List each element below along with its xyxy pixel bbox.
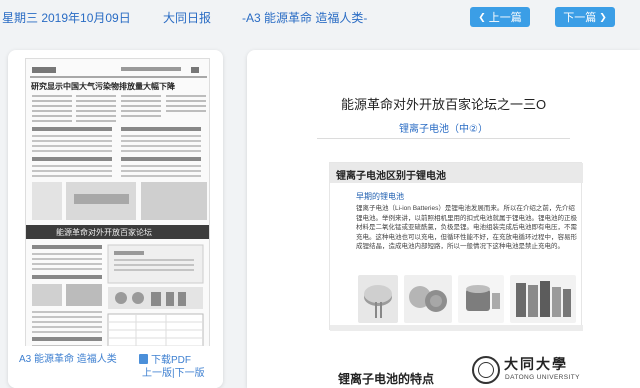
prev-article-button[interactable]: ❮ 上一篇	[470, 7, 530, 27]
prev-page-link[interactable]: 上一版	[142, 368, 172, 379]
logo-name-cn: 大同大學	[504, 357, 568, 373]
newspaper-page-image: 研究显示中国大气污染物排放量大幅下降 能源革命对外开放百家论坛	[26, 67, 209, 355]
article-slide-image: 锂离子电池区别于锂电池 早期的锂电池 锂离子电池（Li-ion Batterie…	[329, 162, 583, 331]
thumb-headline: 研究显示中国大气污染物排放量大幅下降	[31, 81, 176, 91]
chevron-right-icon: ❯	[599, 11, 607, 22]
article-subtitle: 锂离子电池（中②）	[399, 124, 488, 135]
article-card: 能源革命对外开放百家论坛之一三O 锂离子电池（中②） 锂离子电池区别于锂电池 早…	[247, 50, 640, 388]
page-thumbnail[interactable]: 研究显示中国大气污染物排放量大幅下降 能源革命对外开放百家论坛	[25, 58, 210, 388]
slide-header-bar: 锂离子电池区别于锂电池	[330, 163, 583, 183]
page-thumbnail-card: 研究显示中国大气污染物排放量大幅下降 能源革命对外开放百家论坛 A3 能源革命 …	[8, 50, 223, 388]
slide-body-text: 锂离子电池（Li-ion Batteries）是锂电池发展而来。所以在介绍之前，…	[356, 205, 577, 251]
pdf-icon	[139, 353, 148, 364]
page-pager: 上一版|下一版	[142, 364, 205, 379]
coin-battery-photo	[358, 275, 398, 323]
prev-article-label: 上一篇	[488, 12, 522, 24]
next-article-label: 下一篇	[563, 12, 597, 24]
thumb-banner: 能源革命对外开放百家论坛	[56, 227, 152, 237]
thumbnail-footer: A3 能源革命 造福人类 下载PDF 上一版|下一版	[8, 346, 223, 388]
slide-heading: 锂离子电池区别于锂电池	[336, 171, 446, 182]
cylinder-battery-photo	[458, 275, 504, 323]
section-title: -A3 能源革命 造福人类-	[242, 11, 368, 25]
next-page-link[interactable]: 下一版	[175, 368, 205, 379]
next-article-button[interactable]: 下一篇 ❯	[555, 7, 615, 27]
section-heading: 锂离子电池的特点	[338, 372, 435, 386]
section-link[interactable]: A3 能源革命 造福人类	[19, 350, 117, 365]
article-title: 能源革命对外开放百家论坛之一三O	[340, 97, 547, 112]
university-logo: 大同大學 DATONG UNIVERSITY	[472, 354, 582, 388]
chevron-left-icon: ❮	[478, 11, 486, 22]
title-divider	[317, 138, 570, 139]
university-seal-icon	[472, 356, 500, 384]
battery-pack-photo	[510, 275, 576, 323]
paper-name[interactable]: 大同日报	[163, 9, 211, 26]
slide-footer-bar	[330, 325, 583, 331]
coin-cells-photo	[404, 275, 452, 323]
top-bar: 星期三 2019年10月09日 大同日报 -A3 能源革命 造福人类- ❮ 上一…	[0, 0, 640, 34]
slide-subheading: 早期的锂电池	[356, 192, 404, 201]
issue-date: 星期三 2019年10月09日	[2, 11, 131, 25]
logo-name-en: DATONG UNIVERSITY	[505, 374, 580, 381]
